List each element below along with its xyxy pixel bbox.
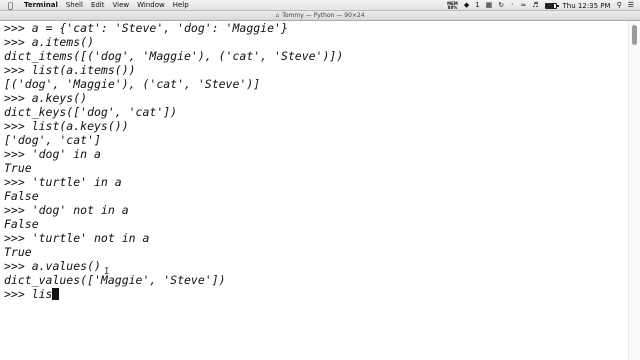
terminal-line: dict_items([('dog', 'Maggie'), ('cat', '… <box>4 49 344 63</box>
terminal-line: dict_keys(['dog', 'cat']) <box>4 105 178 119</box>
battery-level <box>545 3 555 8</box>
memory-value: 88% <box>447 4 458 10</box>
menu-bar:  Terminal Shell Edit View Window Help M… <box>0 0 640 11</box>
bluetooth-icon[interactable]: ᛫ <box>510 0 514 11</box>
prompt-input-text: >>> lis <box>4 287 53 301</box>
terminal-line: True <box>4 245 32 259</box>
window-title: Tommy — Python — 90×24 <box>282 12 365 19</box>
terminal-line: >>> 'dog' not in a <box>4 203 129 217</box>
spotlight-search-icon[interactable]: ⚲ <box>617 0 622 11</box>
terminal-line: >>> 'turtle' not in a <box>4 231 150 245</box>
menu-app-terminal[interactable]: Terminal <box>24 0 58 11</box>
scrollbar-thumb[interactable] <box>632 25 637 46</box>
volume-icon[interactable]: ♬ <box>532 0 538 11</box>
menu-help[interactable]: Help <box>173 0 189 11</box>
terminal-line: >>> a.items() <box>4 35 95 49</box>
notification-center-icon[interactable]: ☰ <box>628 0 634 11</box>
terminal-line: >>> 'dog' in a <box>4 147 101 161</box>
wifi-icon[interactable]: ≈ <box>520 0 526 11</box>
menu-edit[interactable]: Edit <box>91 0 105 11</box>
timemachine-icon[interactable]: ↻ <box>498 0 504 11</box>
home-folder-icon: ⌂ <box>275 12 280 19</box>
status-area: MEM 88% ◆ 1 ▦ ↻ ᛫ ≈ ♬ Thu 12:35 PM ⚲ ☰ <box>447 0 634 11</box>
terminal-line: dict_values(['Maggie', 'Steve']) <box>4 273 226 287</box>
terminal-line: True <box>4 161 32 175</box>
terminal-line: False <box>4 217 39 231</box>
terminal-scrollbar[interactable] <box>628 21 640 360</box>
text-cursor <box>52 288 60 300</box>
terminal-line: >>> 'turtle' in a <box>4 175 122 189</box>
terminal-line: >>> a.values() <box>4 259 101 273</box>
clock[interactable]: Thu 12:35 PM <box>563 2 611 10</box>
notification-count-icon[interactable]: 1 <box>475 0 479 11</box>
terminal-line: >>> a = {'cat': 'Steve', 'dog': 'Maggie'… <box>4 21 288 35</box>
window-title-bar[interactable]: ⌂ Tommy — Python — 90×24 <box>0 11 640 21</box>
terminal-line: False <box>4 189 39 203</box>
mouse-ibeam-cursor: I <box>104 267 110 277</box>
terminal-prompt-line[interactable]: >>> lis <box>4 287 60 301</box>
terminal-line: >>> a.keys() <box>4 91 88 105</box>
menu-window[interactable]: Window <box>137 0 165 11</box>
terminal-output[interactable]: >>> a = {'cat': 'Steve', 'dog': 'Maggie'… <box>0 21 628 360</box>
terminal-line: [('dog', 'Maggie'), ('cat', 'Steve')] <box>4 77 261 91</box>
terminal-line: ['dog', 'cat'] <box>4 133 101 147</box>
stats-icon[interactable]: ▦ <box>486 0 493 11</box>
apple-menu-icon[interactable]:  <box>8 0 18 11</box>
terminal-line: >>> list(a.keys()) <box>4 119 129 133</box>
battery-icon[interactable] <box>544 2 559 9</box>
menu-view[interactable]: View <box>113 0 130 11</box>
menu-shell[interactable]: Shell <box>66 0 83 11</box>
memory-status[interactable]: MEM 88% <box>447 1 458 10</box>
terminal-line: >>> list(a.items()) <box>4 63 136 77</box>
dropbox-icon[interactable]: ◆ <box>464 0 469 11</box>
